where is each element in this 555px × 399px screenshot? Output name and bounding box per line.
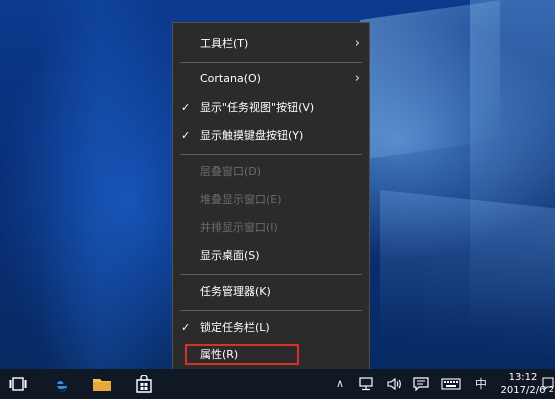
menu-item-label: 显示桌面(S) <box>200 249 260 262</box>
chevron-right-icon: › <box>354 36 360 51</box>
taskbar: ∧ 中 13:12 2017/2/6 2 <box>0 369 555 399</box>
check-icon: ✓ <box>181 321 191 334</box>
touch-keyboard-icon[interactable] <box>441 374 461 394</box>
menu-item-side-by-side-windows: 并排显示窗口(I) <box>173 217 369 239</box>
menu-item-label: 工具栏(T) <box>200 37 249 50</box>
menu-item-stack-windows: 堆叠显示窗口(E) <box>173 189 369 211</box>
menu-item-label: 显示触摸键盘按钮(Y) <box>200 129 304 142</box>
menu-item-label: 层叠窗口(D) <box>200 165 262 178</box>
menu-separator <box>180 62 362 63</box>
wallpaper-light <box>40 0 160 369</box>
message-icon[interactable] <box>411 374 431 394</box>
network-icon[interactable] <box>356 374 376 394</box>
menu-item-show-task-view[interactable]: ✓ 显示"任务视图"按钮(V) <box>173 97 369 119</box>
menu-item-toolbars[interactable]: 工具栏(T) › <box>173 33 369 55</box>
show-hidden-icons-chevron[interactable]: ∧ <box>336 369 344 399</box>
highlight-box <box>185 344 299 365</box>
input-method-indicator[interactable]: 中 <box>475 369 487 399</box>
menu-item-lock-taskbar[interactable]: ✓ 锁定任务栏(L) <box>173 317 369 339</box>
menu-separator <box>180 310 362 311</box>
check-icon: ✓ <box>181 101 191 114</box>
menu-item-cortana[interactable]: Cortana(O) › <box>173 68 369 90</box>
check-icon: ✓ <box>181 129 191 142</box>
menu-separator <box>180 154 362 155</box>
action-center-icon[interactable]: 2 <box>542 376 554 394</box>
menu-separator <box>180 274 362 275</box>
store-icon[interactable] <box>134 374 154 394</box>
file-explorer-icon[interactable] <box>92 374 112 394</box>
menu-item-label: Cortana(O) <box>200 72 261 85</box>
notification-count: 2 <box>548 385 554 394</box>
edge-icon[interactable] <box>50 374 70 394</box>
menu-item-show-desktop[interactable]: 显示桌面(S) <box>173 245 369 267</box>
wallpaper-light <box>380 190 555 359</box>
menu-item-label: 显示"任务视图"按钮(V) <box>200 101 315 114</box>
menu-item-label: 任务管理器(K) <box>200 285 271 298</box>
menu-item-label: 锁定任务栏(L) <box>200 321 270 334</box>
chevron-right-icon: › <box>354 71 360 86</box>
menu-item-label: 堆叠显示窗口(E) <box>200 193 282 206</box>
taskbar-context-menu: 工具栏(T) › Cortana(O) › ✓ 显示"任务视图"按钮(V) ✓ … <box>172 22 370 370</box>
menu-item-show-touch-keyboard[interactable]: ✓ 显示触摸键盘按钮(Y) <box>173 125 369 147</box>
menu-item-cascade-windows: 层叠窗口(D) <box>173 161 369 183</box>
volume-icon[interactable] <box>384 374 404 394</box>
task-view-icon[interactable] <box>8 374 28 394</box>
menu-item-task-manager[interactable]: 任务管理器(K) <box>173 281 369 303</box>
menu-item-label: 并排显示窗口(I) <box>200 221 278 234</box>
